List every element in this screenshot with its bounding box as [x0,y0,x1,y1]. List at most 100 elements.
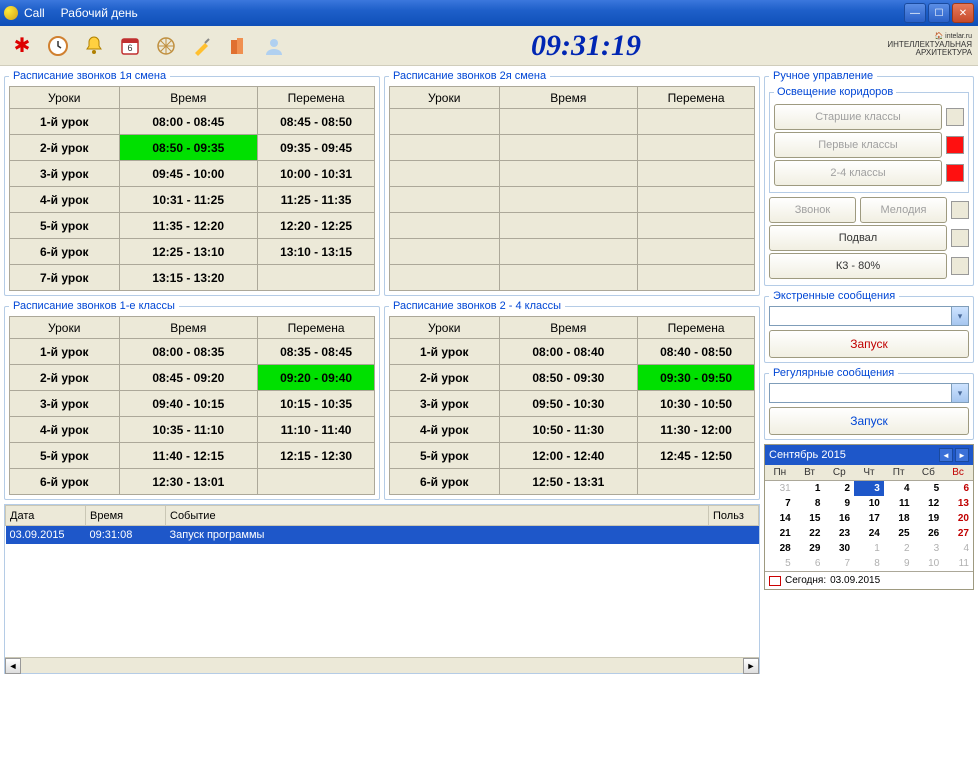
cal-day[interactable]: 27 [943,526,973,541]
cal-day[interactable]: 19 [914,511,944,526]
close-button[interactable]: ✕ [952,3,974,23]
cal-day[interactable]: 6 [943,481,973,497]
minimize-button[interactable]: — [904,3,926,23]
regular-launch-button[interactable]: Запуск [769,407,969,435]
calendar-icon[interactable]: 6 [114,30,146,62]
cal-day[interactable]: 21 [765,526,795,541]
cal-day[interactable]: 8 [795,496,825,511]
scroll-right-icon[interactable]: ► [743,658,759,674]
schedule-row: 1-й урок08:00 - 08:4508:45 - 08:50 [10,109,375,135]
cal-day[interactable]: 10 [854,496,884,511]
logo: 🏠 intelar.ru ИНТЕЛЛЕКТУАЛЬНАЯ АРХИТЕКТУР… [882,33,972,58]
k3-indicator [951,257,969,275]
col-header: Перемена [638,87,755,109]
cal-day[interactable]: 7 [765,496,795,511]
calendar-prev-icon[interactable]: ◄ [939,448,953,462]
cal-day[interactable]: 5 [914,481,944,497]
k3-button[interactable]: К3 - 80% [769,253,947,279]
cl24-button[interactable]: 2-4 классы [774,160,942,186]
senior-button[interactable]: Старшие классы [774,104,942,130]
schedule-row [390,265,755,291]
books-icon[interactable] [222,30,254,62]
cal-day[interactable]: 30 [824,541,854,556]
schedule-row: 1-й урок08:00 - 08:4008:40 - 08:50 [390,339,755,365]
cal-day[interactable]: 7 [824,556,854,571]
cal-day[interactable]: 9 [884,556,914,571]
maximize-button[interactable]: ☐ [928,3,950,23]
schedule-row: 4-й урок10:31 - 11:2511:25 - 11:35 [10,187,375,213]
bell-button[interactable]: Звонок [769,197,856,223]
col-header: Время [499,317,638,339]
cal-day[interactable]: 25 [884,526,914,541]
cal-day-header: Пн [765,465,795,481]
cal-day[interactable]: 26 [914,526,944,541]
calendar-next-icon[interactable]: ► [955,448,969,462]
app-icon [4,6,18,20]
cal-day[interactable]: 11 [943,556,973,571]
cal-day[interactable]: 28 [765,541,795,556]
cal-day[interactable]: 13 [943,496,973,511]
cal-day[interactable]: 4 [943,541,973,556]
col-header: Уроки [10,87,120,109]
col-header: Перемена [258,87,375,109]
asterisk-icon[interactable]: ✱ [6,30,38,62]
user-icon[interactable] [258,30,290,62]
cal-day[interactable]: 31 [765,481,795,497]
cal-day[interactable]: 1 [795,481,825,497]
schedule-row: 4-й урок10:35 - 11:1011:10 - 11:40 [10,417,375,443]
bell-indicator [951,201,969,219]
cal-day[interactable]: 24 [854,526,884,541]
regular-select[interactable] [769,383,969,403]
cal-day[interactable]: 14 [765,511,795,526]
svg-text:✱: ✱ [14,35,31,57]
emergency-select[interactable] [769,306,969,326]
event-col-header: Время [86,506,166,526]
cal-day[interactable]: 1 [854,541,884,556]
cal-day[interactable]: 20 [943,511,973,526]
cal-day-header: Ср [824,465,854,481]
basement-button[interactable]: Подвал [769,225,947,251]
cal-day[interactable]: 10 [914,556,944,571]
cal-day[interactable]: 2 [824,481,854,497]
calendar[interactable]: Сентябрь 2015 ◄ ► ПнВтСрЧтПтСбВс31123456… [764,444,974,590]
schedule-row: 2-й урок08:50 - 09:3509:35 - 09:45 [10,135,375,161]
cal-day[interactable]: 16 [824,511,854,526]
mode-label: Рабочий день [61,6,904,20]
cal-day[interactable]: 23 [824,526,854,541]
cal-day[interactable]: 6 [795,556,825,571]
cal-day[interactable]: 17 [854,511,884,526]
col-header: Время [119,87,258,109]
cal-day[interactable]: 9 [824,496,854,511]
cal-day[interactable]: 5 [765,556,795,571]
cal-day[interactable]: 29 [795,541,825,556]
event-scrollbar[interactable]: ◄ ► [5,657,759,673]
cal-day[interactable]: 15 [795,511,825,526]
bell-icon[interactable] [78,30,110,62]
cal-day[interactable]: 18 [884,511,914,526]
cal-day[interactable]: 22 [795,526,825,541]
schedule-row: 3-й урок09:50 - 10:3010:30 - 10:50 [390,391,755,417]
clock-icon[interactable] [42,30,74,62]
cal-day[interactable]: 4 [884,481,914,497]
first-indicator [946,136,964,154]
basement-indicator [951,229,969,247]
cal-day-header: Чт [854,465,884,481]
col-header: Перемена [638,317,755,339]
cal-day[interactable]: 8 [854,556,884,571]
cal-day[interactable]: 12 [914,496,944,511]
lighting-group: Освещение коридоров Старшие классы Первы… [769,86,969,193]
cal-day[interactable]: 3 [914,541,944,556]
schedule-row: 4-й урок10:50 - 11:3011:30 - 12:00 [390,417,755,443]
cal-day[interactable]: 3 [854,481,884,497]
tools-icon[interactable] [186,30,218,62]
scroll-left-icon[interactable]: ◄ [5,658,21,674]
titlebar: Call Рабочий день — ☐ ✕ [0,0,978,26]
cal-day[interactable]: 11 [884,496,914,511]
cal-day[interactable]: 2 [884,541,914,556]
event-row[interactable]: 03.09.201509:31:08Запуск программы [6,526,759,544]
melody-button[interactable]: Мелодия [860,197,947,223]
wheel-icon[interactable] [150,30,182,62]
emergency-launch-button[interactable]: Запуск [769,330,969,358]
schedule-row [390,213,755,239]
first-button[interactable]: Первые классы [774,132,942,158]
